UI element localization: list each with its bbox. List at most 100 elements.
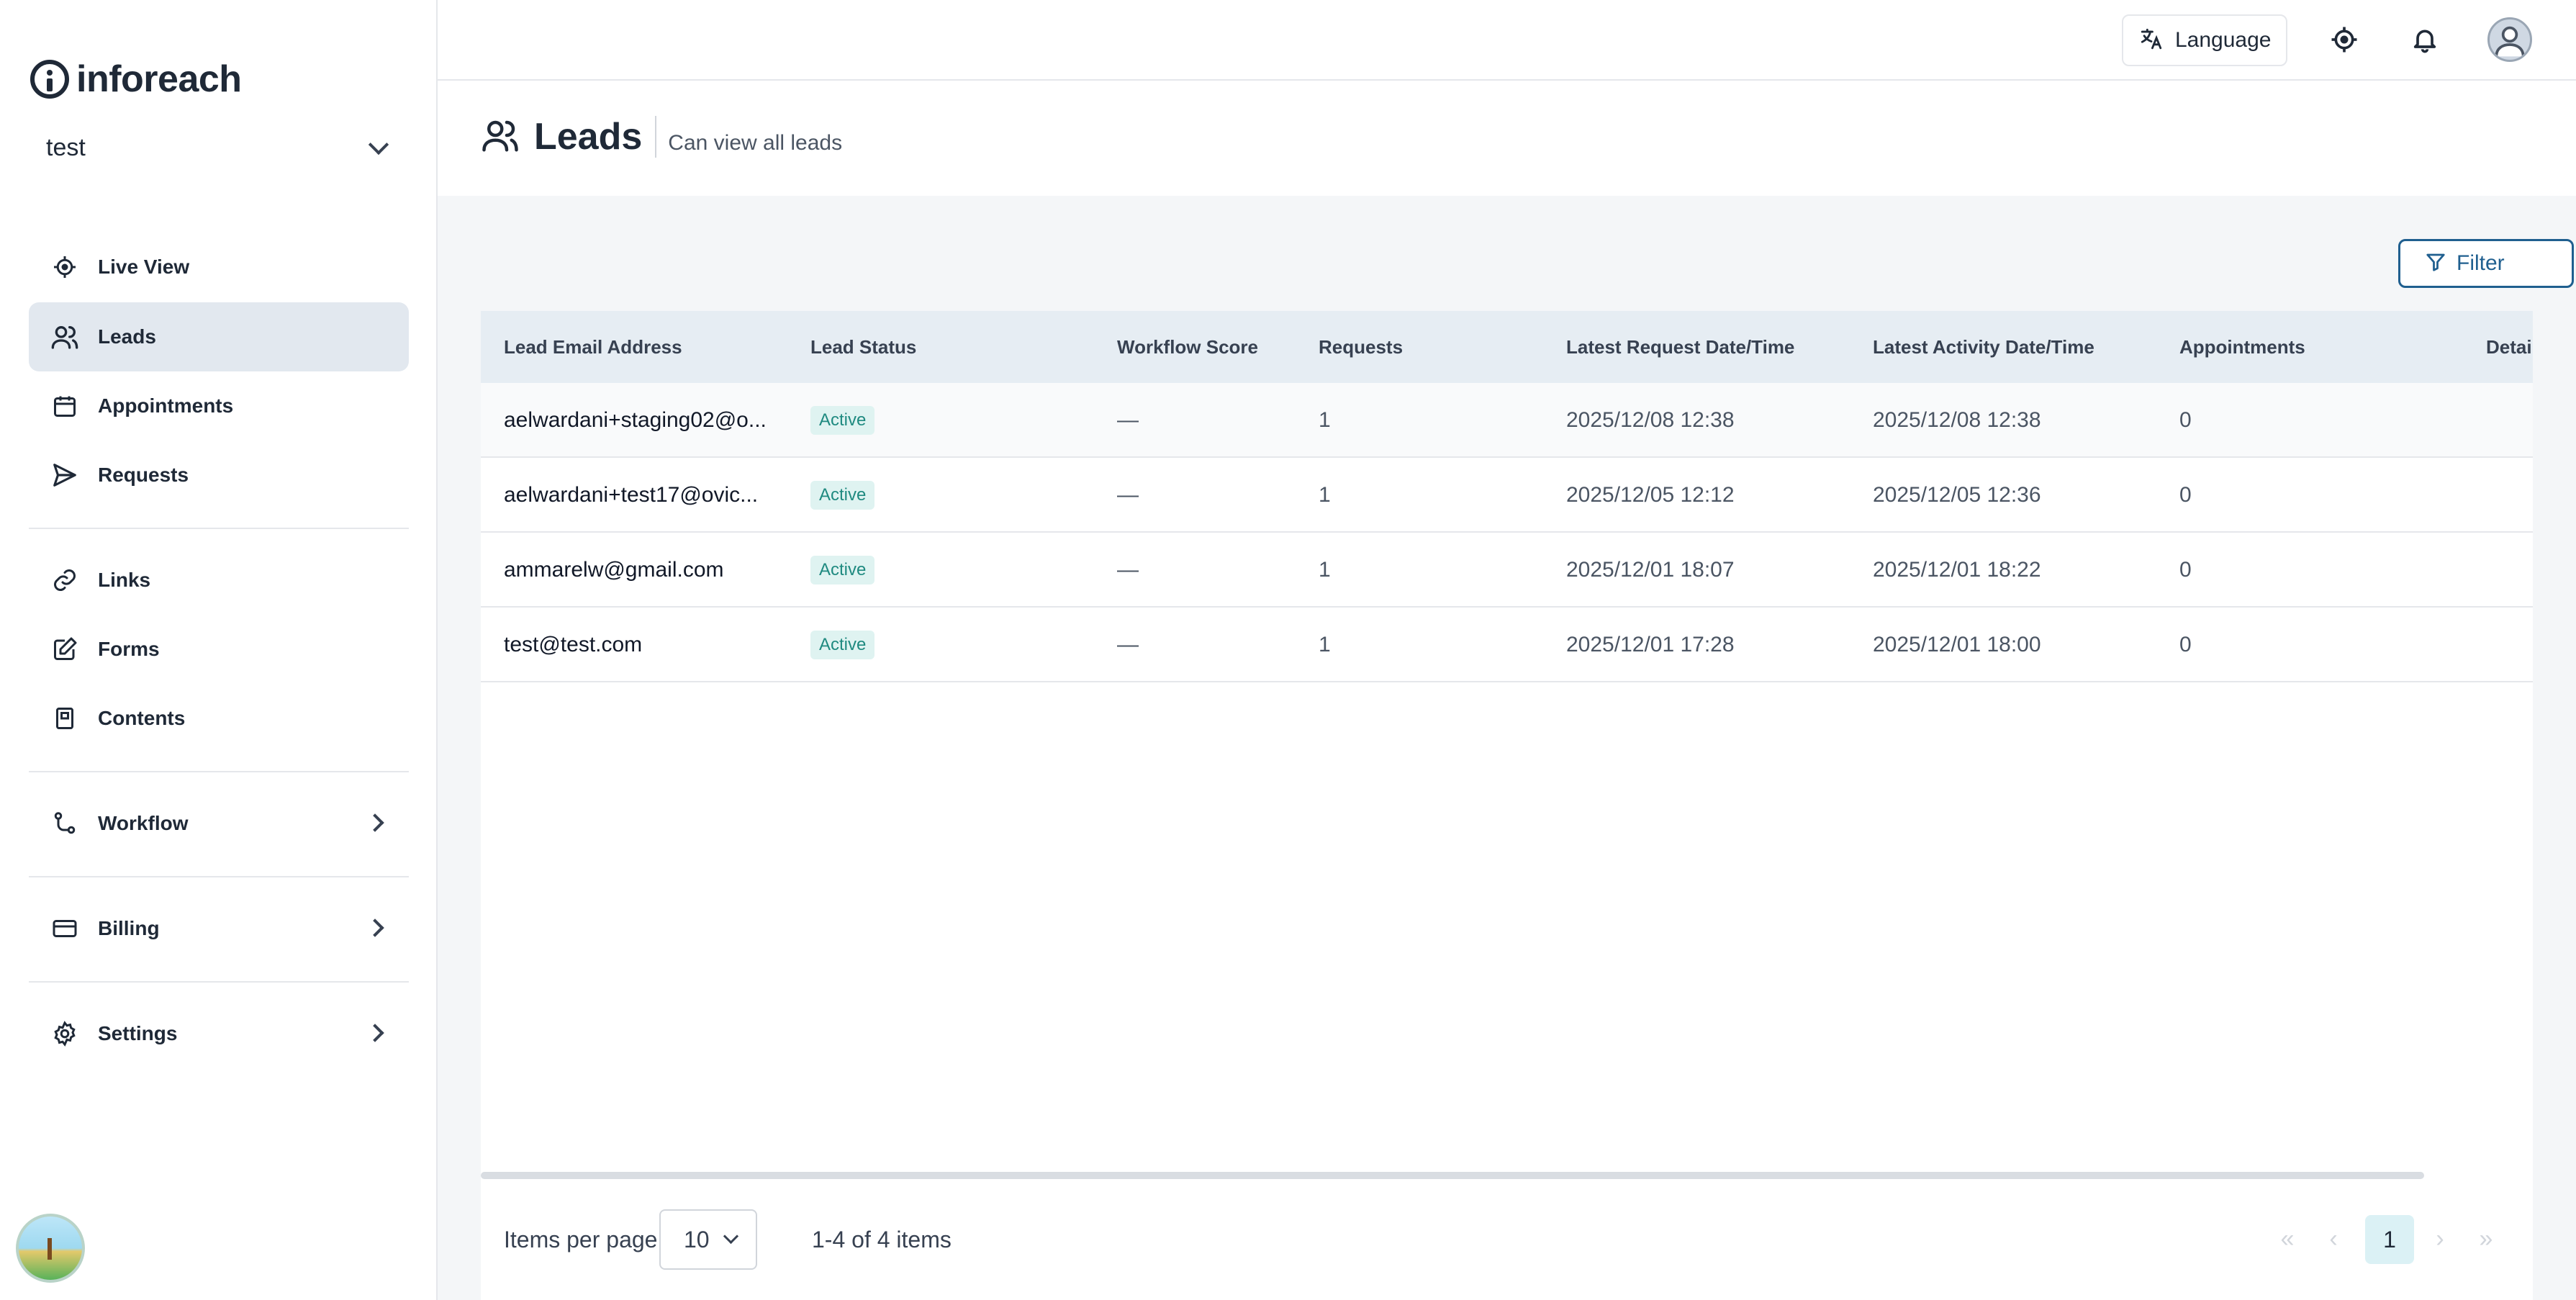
- live-view-icon: [50, 253, 79, 281]
- chevron-right-icon: [366, 1024, 384, 1042]
- cell-latest-request: 2025/12/08 12:38: [1566, 408, 1735, 432]
- page-number-current[interactable]: 1: [2365, 1215, 2414, 1264]
- cell-email: ammarelw@gmail.com: [504, 558, 724, 582]
- user-avatar-icon[interactable]: [2487, 17, 2532, 62]
- sidebar-item-label: Forms: [98, 638, 160, 660]
- title-separator: [655, 116, 657, 158]
- sidebar-item-label: Live View: [98, 256, 190, 278]
- sidebar-item-label: Contents: [98, 707, 186, 729]
- cell-latest-request: 2025/12/05 12:12: [1566, 483, 1735, 507]
- last-page-icon[interactable]: »: [2464, 1214, 2508, 1264]
- column-header-latest-request[interactable]: Latest Request Date/Time: [1566, 311, 1794, 383]
- column-header-email[interactable]: Lead Email Address: [504, 311, 682, 383]
- sidebar: inforeach test Live View Leads Appointme…: [0, 0, 438, 1300]
- sidebar-item-label: Settings: [98, 1022, 178, 1044]
- range-text: 1-4 of 4 items: [812, 1227, 952, 1252]
- items-per-page-label: Items per page: [504, 1227, 658, 1252]
- items-per-page-value: 10: [684, 1227, 710, 1252]
- column-header-appointments[interactable]: Appointments: [2179, 311, 2305, 383]
- cell-requests: 1: [1319, 408, 1331, 432]
- sidebar-item-forms[interactable]: Forms: [29, 615, 409, 684]
- sidebar-item-label: Links: [98, 569, 151, 591]
- cell-requests: 1: [1319, 558, 1331, 582]
- sidebar-item-requests[interactable]: Requests: [29, 441, 409, 510]
- sidebar-item-label: Appointments: [98, 394, 234, 417]
- status-badge: Active: [810, 556, 875, 584]
- credit-card-icon: [50, 914, 79, 943]
- cell-latest-request: 2025/12/01 18:07: [1566, 558, 1735, 582]
- column-header-details[interactable]: Detai: [2486, 311, 2532, 383]
- filter-label: Filter: [2457, 251, 2505, 275]
- cell-workflow-score: —: [1117, 408, 1139, 432]
- workflow-icon: [50, 809, 79, 838]
- bell-icon[interactable]: [2408, 23, 2441, 56]
- org-switcher[interactable]: test: [46, 130, 392, 166]
- cell-appointments: 0: [2179, 633, 2192, 656]
- users-icon: [50, 322, 79, 351]
- cell-requests: 1: [1319, 483, 1331, 507]
- sidebar-item-leads[interactable]: Leads: [29, 302, 409, 371]
- sidebar-item-live-view[interactable]: Live View: [29, 233, 409, 302]
- column-header-workflow-score[interactable]: Workflow Score: [1117, 311, 1258, 383]
- cell-workflow-score: —: [1117, 633, 1139, 656]
- column-header-status[interactable]: Lead Status: [810, 311, 916, 383]
- table-row[interactable]: aelwardani+test17@ovic... Active — 1 202…: [481, 458, 2533, 533]
- column-header-requests[interactable]: Requests: [1319, 311, 1403, 383]
- sidebar-divider: [29, 771, 409, 772]
- status-badge: Active: [810, 481, 875, 510]
- horizontal-scrollbar[interactable]: [481, 1172, 2424, 1179]
- status-badge: Active: [810, 406, 875, 435]
- org-name: test: [46, 133, 86, 161]
- sidebar-item-links[interactable]: Links: [29, 546, 409, 615]
- sidebar-item-appointments[interactable]: Appointments: [29, 371, 409, 441]
- cell-latest-activity: 2025/12/05 12:36: [1873, 483, 2041, 507]
- previous-page-icon[interactable]: ‹: [2312, 1214, 2355, 1264]
- sidebar-item-label: Billing: [98, 917, 160, 939]
- sidebar-item-label: Leads: [98, 325, 156, 348]
- cell-requests: 1: [1319, 633, 1331, 656]
- info-logo-icon: [30, 60, 69, 99]
- sidebar-item-workflow[interactable]: Workflow: [29, 789, 409, 858]
- link-icon: [50, 566, 79, 595]
- table-row[interactable]: test@test.com Active — 1 2025/12/01 17:2…: [481, 608, 2533, 682]
- cell-latest-activity: 2025/12/08 12:38: [1873, 408, 2041, 432]
- cell-appointments: 0: [2179, 483, 2192, 507]
- page-title: Leads: [534, 116, 643, 158]
- cell-appointments: 0: [2179, 558, 2192, 582]
- send-icon: [50, 461, 79, 489]
- next-page-icon[interactable]: ›: [2418, 1214, 2462, 1264]
- cell-email: aelwardani+test17@ovic...: [504, 483, 759, 507]
- users-icon: [481, 116, 520, 158]
- sidebar-item-billing[interactable]: Billing: [29, 894, 409, 963]
- sidebar-divider: [29, 876, 409, 877]
- chevron-right-icon: [366, 813, 384, 832]
- location-icon[interactable]: [2328, 23, 2361, 56]
- sidebar-item-contents[interactable]: Contents: [29, 684, 409, 753]
- language-button[interactable]: Language: [2122, 14, 2287, 66]
- cell-latest-request: 2025/12/01 17:28: [1566, 633, 1735, 656]
- logo-text: inforeach: [76, 58, 242, 100]
- table-row[interactable]: aelwardani+staging02@o... Active — 1 202…: [481, 383, 2533, 458]
- filter-icon: [2425, 251, 2446, 276]
- sidebar-item-settings[interactable]: Settings: [29, 999, 409, 1068]
- cell-latest-activity: 2025/12/01 18:22: [1873, 558, 2041, 582]
- top-bar: Language: [438, 0, 2576, 81]
- column-header-latest-activity[interactable]: Latest Activity Date/Time: [1873, 311, 2094, 383]
- cell-workflow-score: —: [1117, 558, 1139, 582]
- book-icon: [50, 704, 79, 733]
- filter-button[interactable]: Filter: [2398, 239, 2574, 288]
- items-per-page-select[interactable]: 10: [659, 1209, 757, 1270]
- logo[interactable]: inforeach: [30, 58, 242, 101]
- app-root: inforeach test Live View Leads Appointme…: [0, 0, 2576, 1300]
- first-page-icon[interactable]: «: [2266, 1214, 2309, 1264]
- table-row[interactable]: ammarelw@gmail.com Active — 1 2025/12/01…: [481, 533, 2533, 608]
- language-label: Language: [2175, 28, 2272, 52]
- chevron-down-icon: [368, 134, 389, 155]
- status-badge: Active: [810, 631, 875, 659]
- table-header: Lead Email Address Lead Status Workflow …: [481, 311, 2533, 383]
- cell-latest-activity: 2025/12/01 18:00: [1873, 633, 2041, 656]
- translate-icon: [2139, 27, 2164, 55]
- cell-appointments: 0: [2179, 408, 2192, 432]
- workspace-avatar[interactable]: [16, 1214, 85, 1283]
- calendar-icon: [50, 392, 79, 420]
